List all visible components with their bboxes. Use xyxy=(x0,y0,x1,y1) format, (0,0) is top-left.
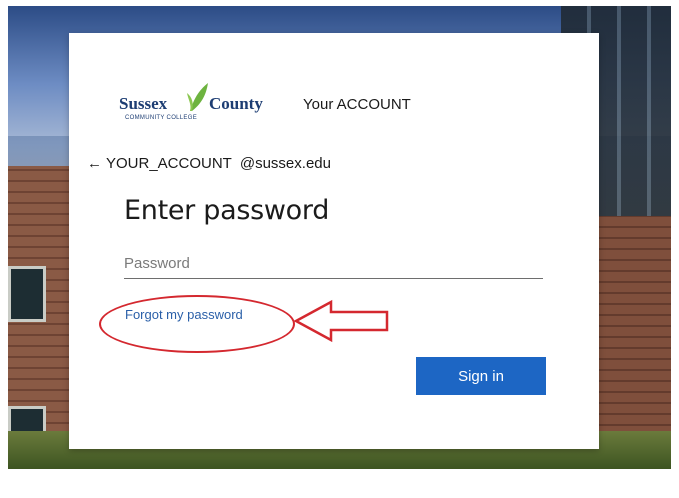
page-title: Enter password xyxy=(124,195,330,226)
sign-in-button[interactable]: Sign in xyxy=(416,357,546,395)
forgot-password-link[interactable]: Forgot my password xyxy=(125,307,243,322)
background-window xyxy=(8,266,46,322)
left-arrow-icon[interactable]: ← xyxy=(87,155,102,172)
domain-label: @sussex.edu xyxy=(239,155,331,172)
logo-word-county: County xyxy=(209,94,263,113)
logo-word-sussex: Sussex xyxy=(119,94,168,113)
password-input[interactable] xyxy=(124,248,543,279)
college-logo: Sussex County COMMUNITY COLLEGE xyxy=(119,75,294,123)
logo-subtitle: COMMUNITY COLLEGE xyxy=(125,115,197,121)
username-label: YOUR_ACCOUNT xyxy=(106,155,232,172)
identity-row: ← YOUR_ACCOUNT @sussex.edu xyxy=(87,155,331,172)
account-header-label: Your ACCOUNT xyxy=(303,96,411,113)
sign-in-dialog: Sussex County COMMUNITY COLLEGE Your ACC… xyxy=(69,33,599,449)
